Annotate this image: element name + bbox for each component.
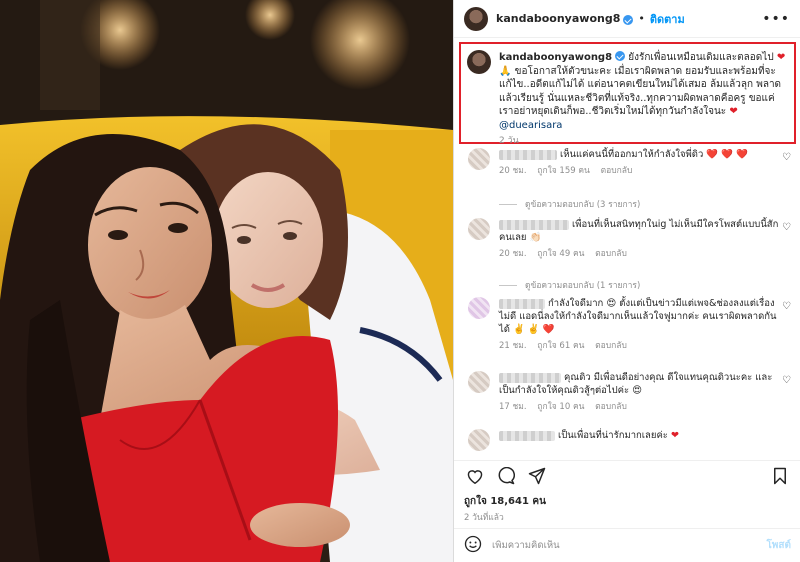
author-avatar[interactable] — [464, 6, 488, 31]
caption-text-2: ขอโอกาสให้ตัวขนะคะ เมื่อเราผิดพลาด ยอมรั… — [499, 65, 782, 118]
blurred-username[interactable] — [499, 219, 569, 230]
red-heart-icon: ❤ — [670, 430, 679, 441]
post-sidebar: kandaboonyawong8 • ติดตาม ••• kandaboony… — [453, 0, 800, 562]
comment-likes[interactable]: ถูกใจ 159 คน — [537, 166, 590, 176]
reply-button[interactable]: ตอบกลับ — [595, 249, 627, 259]
comment-like-icon[interactable]: ♡ — [782, 152, 791, 163]
send-icon[interactable] — [526, 465, 548, 487]
comment-time: 17 ชม. — [499, 402, 527, 412]
red-heart-icon: ❤ — [729, 106, 738, 117]
blurred-username[interactable] — [499, 372, 561, 383]
comment-emoji: ❤️ ❤️ ❤️ — [706, 149, 748, 160]
comment-item: เห็นแค่คนนี้ที่ออกมาให้กำลังใจพี่ดิว ❤️ … — [454, 148, 800, 190]
comment-text: กำลังใจดีมาก — [548, 298, 604, 309]
view-replies-button[interactable]: ดูข้อความตอบกลับ (3 รายการ) — [499, 190, 800, 218]
reply-button[interactable]: ตอบกลับ — [601, 166, 633, 176]
caption-text: ยังรักเพื่อนเหมือนเดิมและตลอดไป — [628, 52, 774, 63]
comment-meta: 21 ชม. ถูกใจ 61 คน ตอบกลับ — [499, 340, 779, 353]
comment-meta: 20 ชม. ถูกใจ 159 คน ตอบกลับ — [499, 165, 779, 178]
comment-like-icon[interactable]: ♡ — [782, 301, 791, 312]
comment-input[interactable] — [492, 540, 767, 551]
action-bar — [454, 460, 800, 490]
caption-username[interactable]: kandaboonyawong8 — [499, 52, 612, 63]
comment-emoji: ✌️ ✌️ ❤️ — [512, 324, 555, 335]
commenter-avatar[interactable] — [468, 429, 490, 451]
verified-badge-icon — [623, 14, 634, 25]
comment-text: เป็นเพื่อนที่น่ารักมากเลยค่ะ — [558, 430, 668, 441]
commenter-avatar[interactable] — [468, 297, 490, 319]
comment-icon[interactable] — [495, 465, 517, 487]
red-heart-icon: ❤ — [776, 52, 786, 63]
follow-button[interactable]: ติดตาม — [650, 10, 685, 28]
pray-icon: 🙏 — [499, 65, 512, 77]
comment-time: 21 ชม. — [499, 341, 527, 351]
smiley-icon[interactable] — [464, 535, 482, 556]
commenter-avatar[interactable] — [468, 148, 490, 170]
heart-outline-icon[interactable] — [464, 465, 486, 487]
comment-like-icon[interactable]: ♡ — [782, 222, 791, 233]
reply-button[interactable]: ตอบกลับ — [595, 341, 627, 351]
post-comment-button[interactable]: โพสต์ — [766, 538, 791, 553]
header-separator: • — [638, 12, 645, 25]
post-photo[interactable] — [0, 0, 453, 562]
heart-eyes-icon: 😍 — [606, 298, 617, 309]
post-header: kandaboonyawong8 • ติดตาม ••• — [454, 0, 800, 38]
comment-likes[interactable]: ถูกใจ 49 คน — [537, 249, 584, 259]
blurred-username[interactable] — [499, 149, 557, 160]
author-username[interactable]: kandaboonyawong8 — [496, 12, 620, 25]
post-timestamp: 2 วันที่แล้ว — [464, 513, 504, 523]
comment-likes[interactable]: ถูกใจ 61 คน — [537, 341, 584, 351]
commenter-avatar[interactable] — [468, 371, 490, 393]
comment-text: เห็นแค่คนนี้ที่ออกมาให้กำลังใจพี่ดิว — [560, 149, 704, 160]
comment-time: 20 ชม. — [499, 166, 527, 176]
reply-button[interactable]: ตอบกลับ — [595, 402, 627, 412]
comment-meta: 17 ชม. ถูกใจ 10 คน ตอบกลับ — [499, 401, 779, 414]
caption-avatar[interactable] — [467, 50, 491, 74]
blurred-username[interactable] — [499, 298, 545, 309]
caption-highlight: kandaboonyawong8 ยังรักเพื่อนเหมือนเดิมแ… — [459, 42, 796, 146]
comment-item: เป็นเพื่อนที่น่ารักมากเลยค่ะ ❤ — [454, 429, 800, 451]
commenter-avatar[interactable] — [468, 218, 490, 240]
post-image — [0, 0, 453, 562]
heart-eyes-icon: 😍 — [632, 385, 643, 396]
view-replies-button[interactable]: ดูข้อความตอบกลับ (1 รายการ) — [499, 273, 800, 297]
comment-like-icon[interactable]: ♡ — [782, 375, 791, 386]
add-comment-bar: โพสต์ — [454, 528, 800, 562]
caption: kandaboonyawong8 ยังรักเพื่อนเหมือนเดิมแ… — [499, 50, 788, 146]
more-horizontal-icon[interactable]: ••• — [762, 11, 790, 27]
comment-likes[interactable]: ถูกใจ 10 คน — [537, 402, 584, 412]
bookmark-icon[interactable] — [769, 465, 791, 487]
comment-meta: 20 ชม. ถูกใจ 49 คน ตอบกลับ — [499, 248, 779, 261]
caption-mention[interactable]: @duearisara — [499, 120, 562, 131]
comment-emoji: 👏🏻 — [529, 232, 542, 243]
caption-time: 2 วัน — [499, 136, 519, 146]
comment-item: เพื่อนที่เห็นสนิททุกในig ไม่เห็นมีใครโพส… — [454, 218, 800, 273]
comment-item: คุณดิว มีเพื่อนดีอย่างคุณ ดีใจแทนคุณดิวน… — [454, 371, 800, 429]
like-count[interactable]: ถูกใจ 18,641 คน — [464, 494, 546, 509]
comment-list: เห็นแค่คนนี้ที่ออกมาให้กำลังใจพี่ดิว ❤️ … — [454, 148, 800, 451]
blurred-username[interactable] — [499, 430, 555, 441]
comment-item: กำลังใจดีมาก 😍 ตั้งแต่เป็นข่าวมีแต่เพจ&ช… — [454, 297, 800, 371]
comment-time: 20 ชม. — [499, 249, 527, 259]
verified-badge-icon — [615, 51, 626, 61]
